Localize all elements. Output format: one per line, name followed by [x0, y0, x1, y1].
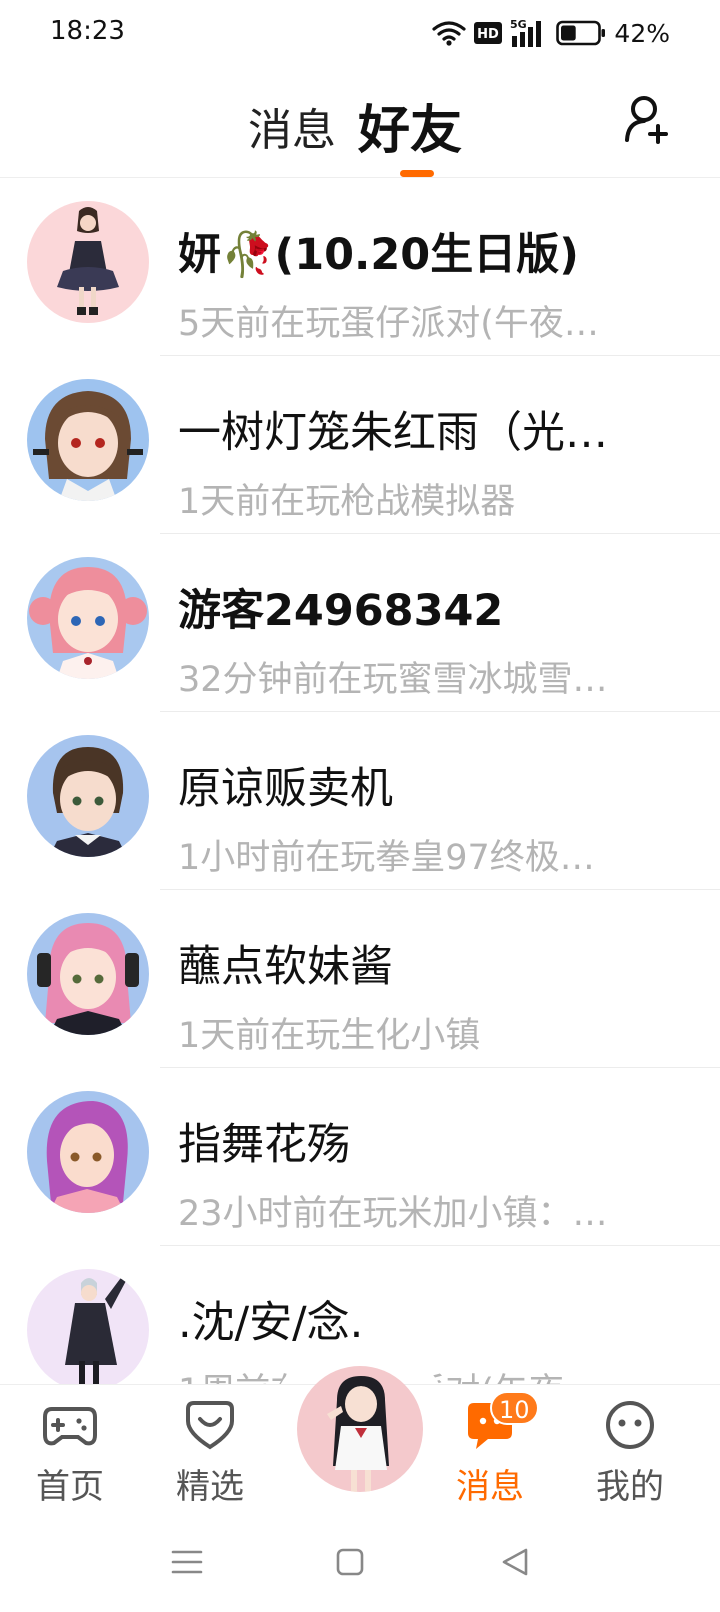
nav-messages[interactable]: 10 消息	[440, 1385, 540, 1511]
status-icons: HD 5G 42%	[432, 16, 670, 50]
avatar-character-icon	[297, 1366, 423, 1492]
back-triangle-icon[interactable]	[496, 1542, 536, 1582]
nav-label: 消息	[456, 1467, 524, 1507]
nav-profile[interactable]: 我的	[580, 1385, 680, 1511]
friend-status: 23小时前在玩米加小镇：…	[178, 1194, 608, 1234]
center-avatar-button[interactable]	[297, 1366, 423, 1492]
avatar[interactable]	[27, 1091, 149, 1213]
active-tab-indicator	[400, 170, 434, 177]
avatar[interactable]	[27, 557, 149, 679]
system-nav-bar	[0, 1510, 720, 1612]
friend-row[interactable]: 蘸点软妹酱 1天前在玩生化小镇	[0, 890, 720, 1068]
svg-text:5G: 5G	[510, 18, 527, 31]
tab-friends[interactable]: 好友	[358, 88, 462, 163]
heart-shield-icon	[186, 1401, 234, 1450]
avatar[interactable]	[27, 201, 149, 323]
add-user-icon	[625, 96, 668, 144]
friend-status: 1小时前在玩拳皇97终极…	[178, 838, 595, 878]
friend-status: 32分钟前在玩蜜雪冰城雪…	[178, 660, 608, 700]
nav-label: 首页	[36, 1467, 104, 1507]
friend-name: 妍🥀(10.20生日版)	[178, 230, 579, 280]
hd-icon: HD	[474, 22, 503, 44]
avatar[interactable]	[27, 913, 149, 1035]
svg-text:HD: HD	[478, 27, 500, 42]
nav-label: 我的	[596, 1467, 664, 1507]
friend-list: 妍🥀(10.20生日版) 5天前在玩蛋仔派对(午夜… 一树灯笼朱红雨（光… 1天…	[0, 178, 720, 1384]
avatar[interactable]	[27, 379, 149, 501]
friend-row[interactable]: 游客24968342 32分钟前在玩蜜雪冰城雪…	[0, 534, 720, 712]
status-bar: 18:23 HD 5G 42%	[0, 0, 720, 66]
header: 消息 好友	[0, 66, 720, 178]
status-time: 18:23	[50, 16, 125, 46]
home-square-icon[interactable]	[330, 1542, 370, 1582]
nav-featured[interactable]: 精选	[160, 1385, 260, 1511]
friend-name: 原谅贩卖机	[178, 764, 393, 814]
friend-row[interactable]: 一树灯笼朱红雨（光… 1天前在玩枪战模拟器	[0, 356, 720, 534]
friend-row[interactable]: 妍🥀(10.20生日版) 5天前在玩蛋仔派对(午夜…	[0, 178, 720, 356]
friend-row[interactable]: 指舞花殇 23小时前在玩米加小镇：…	[0, 1068, 720, 1246]
friend-name: 蘸点软妹酱	[178, 942, 393, 992]
avatar[interactable]	[27, 1269, 149, 1384]
friend-row[interactable]: 原谅贩卖机 1小时前在玩拳皇97终极…	[0, 712, 720, 890]
friend-status: 5天前在玩蛋仔派对(午夜…	[178, 304, 599, 344]
menu-icon[interactable]	[167, 1542, 207, 1582]
gamepad-icon	[43, 1407, 97, 1446]
nav-home[interactable]: 首页	[20, 1385, 120, 1511]
friend-status: 1天前在玩枪战模拟器	[178, 482, 516, 522]
add-friend-button[interactable]	[624, 92, 676, 148]
friend-name: 游客24968342	[178, 586, 504, 636]
smiley-icon	[606, 1401, 654, 1449]
nav-label: 精选	[176, 1467, 244, 1507]
battery-icon	[556, 20, 606, 46]
friend-name: 指舞花殇	[178, 1120, 350, 1170]
avatar[interactable]	[27, 735, 149, 857]
friend-name: 一树灯笼朱红雨（光…	[178, 408, 608, 458]
5g-signal-icon: 5G	[510, 18, 542, 47]
battery-percent: 42%	[614, 18, 670, 48]
friend-name: .沈/安/念.	[178, 1298, 364, 1348]
wifi-icon	[432, 21, 467, 46]
friend-status: 1天前在玩生化小镇	[178, 1016, 481, 1056]
tab-messages[interactable]: 消息	[248, 94, 336, 158]
unread-badge: 10	[490, 1391, 539, 1425]
